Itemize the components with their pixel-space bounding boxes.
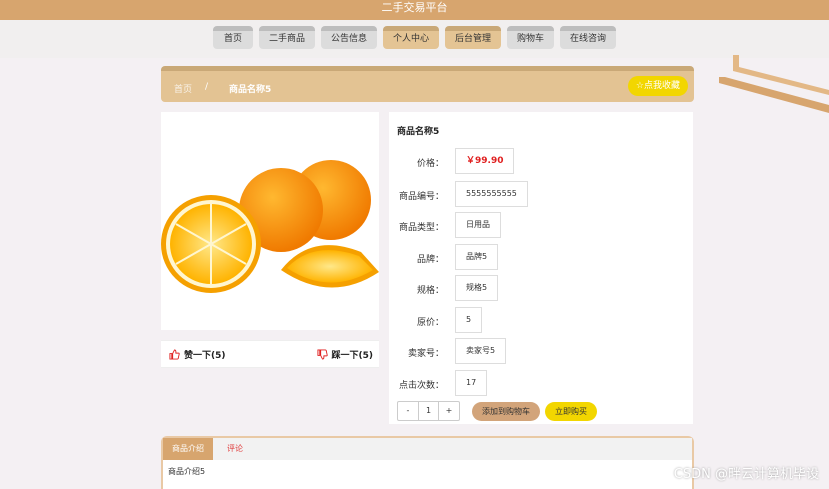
field-label: 品牌：: [416, 255, 444, 265]
field-price: 价格： ￥99.90: [389, 148, 689, 174]
nav-home[interactable]: 首页: [212, 26, 253, 49]
detail-tabs: 商品介绍 评论 商品介绍5: [161, 436, 694, 489]
field-label: 规格：: [416, 286, 444, 296]
site-header: 二手交易平台: [0, 0, 829, 20]
add-to-cart-button[interactable]: 添加到购物车: [472, 402, 540, 421]
dislike-button[interactable]: 踩一下(5): [316, 348, 374, 361]
quantity-minus-button[interactable]: -: [398, 402, 418, 420]
field-value: 卖家号5: [455, 338, 507, 364]
site-title: 二手交易平台: [381, 1, 448, 14]
field-value: 品牌5: [455, 244, 499, 270]
main-nav: 首页 二手商品 公告信息 个人中心 后台管理 购物车 在线咨询: [0, 20, 829, 58]
watermark: CSDN @畔云计算机毕设: [673, 467, 819, 482]
field-seller-number: 卖家号： 卖家号5: [389, 338, 689, 364]
dislike-label: 踩一下(5): [331, 351, 374, 361]
tab-product-intro[interactable]: 商品介绍: [163, 438, 213, 460]
field-brand: 品牌： 品牌5: [389, 244, 689, 270]
nav-online-chat[interactable]: 在线咨询: [560, 26, 617, 49]
tab-header: 商品介绍 评论: [163, 438, 692, 460]
field-label: 商品类型：: [398, 223, 444, 233]
field-label: 价格：: [416, 159, 444, 169]
field-value: 5: [455, 307, 483, 333]
thumbs-down-icon: [316, 349, 328, 360]
vote-bar: 赞一下(5) 踩一下(5): [161, 340, 379, 368]
breadcrumb-home[interactable]: 首页: [174, 82, 192, 95]
like-button[interactable]: 赞一下(5): [169, 348, 226, 361]
breadcrumb-bar: 首页 / 商品名称5 ☆点我收藏: [161, 66, 694, 102]
field-spec: 规格： 规格5: [389, 275, 689, 301]
nav-announcements[interactable]: 公告信息: [320, 26, 377, 49]
buy-now-button[interactable]: 立即购买: [545, 402, 597, 421]
nav-secondhand-goods[interactable]: 二手商品: [258, 26, 315, 49]
breadcrumb-current: 商品名称5: [229, 85, 272, 95]
quantity-stepper: - 1 +: [397, 401, 460, 421]
product-info: 商品名称5 价格： ￥99.90 商品编号： 5555555555 商品类型： …: [389, 112, 693, 424]
tab-content: 商品介绍5: [168, 467, 206, 476]
quantity-input[interactable]: 1: [418, 402, 439, 420]
product-image: [161, 112, 379, 330]
field-product-type: 商品类型： 日用品: [389, 212, 689, 238]
field-value: 17: [455, 370, 488, 396]
field-label: 商品编号：: [398, 192, 444, 202]
nav-admin[interactable]: 后台管理: [445, 26, 502, 49]
field-original-price: 原价： 5: [389, 307, 689, 333]
decorative-frame: [719, 55, 829, 113]
product-name: 商品名称5: [397, 127, 440, 137]
thumbs-up-icon: [169, 349, 180, 360]
tab-comments[interactable]: 评论: [227, 438, 243, 460]
field-value: 规格5: [455, 275, 499, 301]
field-product-number: 商品编号： 5555555555: [389, 181, 689, 207]
field-value: ￥99.90: [455, 148, 515, 174]
field-click-count: 点击次数： 17: [389, 370, 689, 396]
field-value: 5555555555: [455, 181, 528, 207]
orange-image: [161, 160, 379, 293]
field-label: 卖家号：: [407, 349, 444, 359]
nav-personal-center[interactable]: 个人中心: [382, 26, 439, 49]
field-label: 原价：: [416, 318, 444, 328]
field-label: 点击次数：: [398, 381, 444, 391]
like-label: 赞一下(5): [184, 351, 226, 361]
field-value: 日用品: [455, 212, 501, 238]
nav-cart[interactable]: 购物车: [507, 26, 555, 49]
favorite-button[interactable]: ☆点我收藏: [627, 76, 688, 96]
quantity-plus-button[interactable]: +: [439, 402, 459, 420]
breadcrumb-separator: /: [205, 82, 209, 92]
